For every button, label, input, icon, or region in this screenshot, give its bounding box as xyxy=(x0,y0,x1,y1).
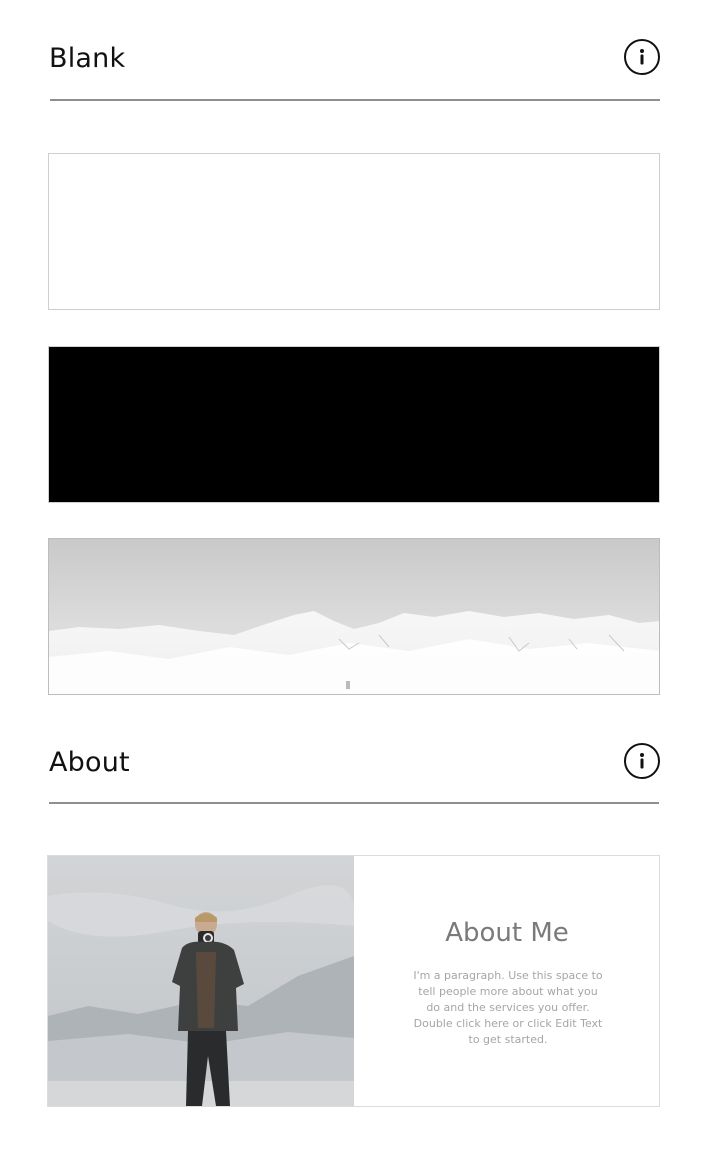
section-title-about: About xyxy=(49,747,130,778)
preset-black-strip[interactable] xyxy=(48,346,660,503)
about-paragraph: I'm a paragraph. Use this space to tell … xyxy=(413,969,603,1046)
info-icon xyxy=(640,49,644,65)
preset-about-me[interactable]: About Me I'm a paragraph. Use this space… xyxy=(47,855,660,1107)
preset-mountain-strip[interactable] xyxy=(48,538,660,695)
about-text-panel: About Me I'm a paragraph. Use this space… xyxy=(354,856,659,1106)
about-heading: About Me xyxy=(445,918,569,948)
snowy-mountains-image xyxy=(49,539,659,694)
info-button-blank[interactable] xyxy=(624,39,660,75)
section-header-about: About xyxy=(48,736,660,792)
section-divider xyxy=(49,802,659,804)
section-title-blank: Blank xyxy=(49,43,126,74)
info-icon xyxy=(640,753,644,769)
preset-white-strip[interactable] xyxy=(48,153,660,310)
info-button-about[interactable] xyxy=(624,743,660,779)
photographer-photo xyxy=(48,856,354,1106)
add-section-panel: Blank About About Me I'm a paragraph. Us… xyxy=(0,0,708,1154)
section-header-blank: Blank xyxy=(48,32,660,88)
section-divider xyxy=(50,99,660,101)
